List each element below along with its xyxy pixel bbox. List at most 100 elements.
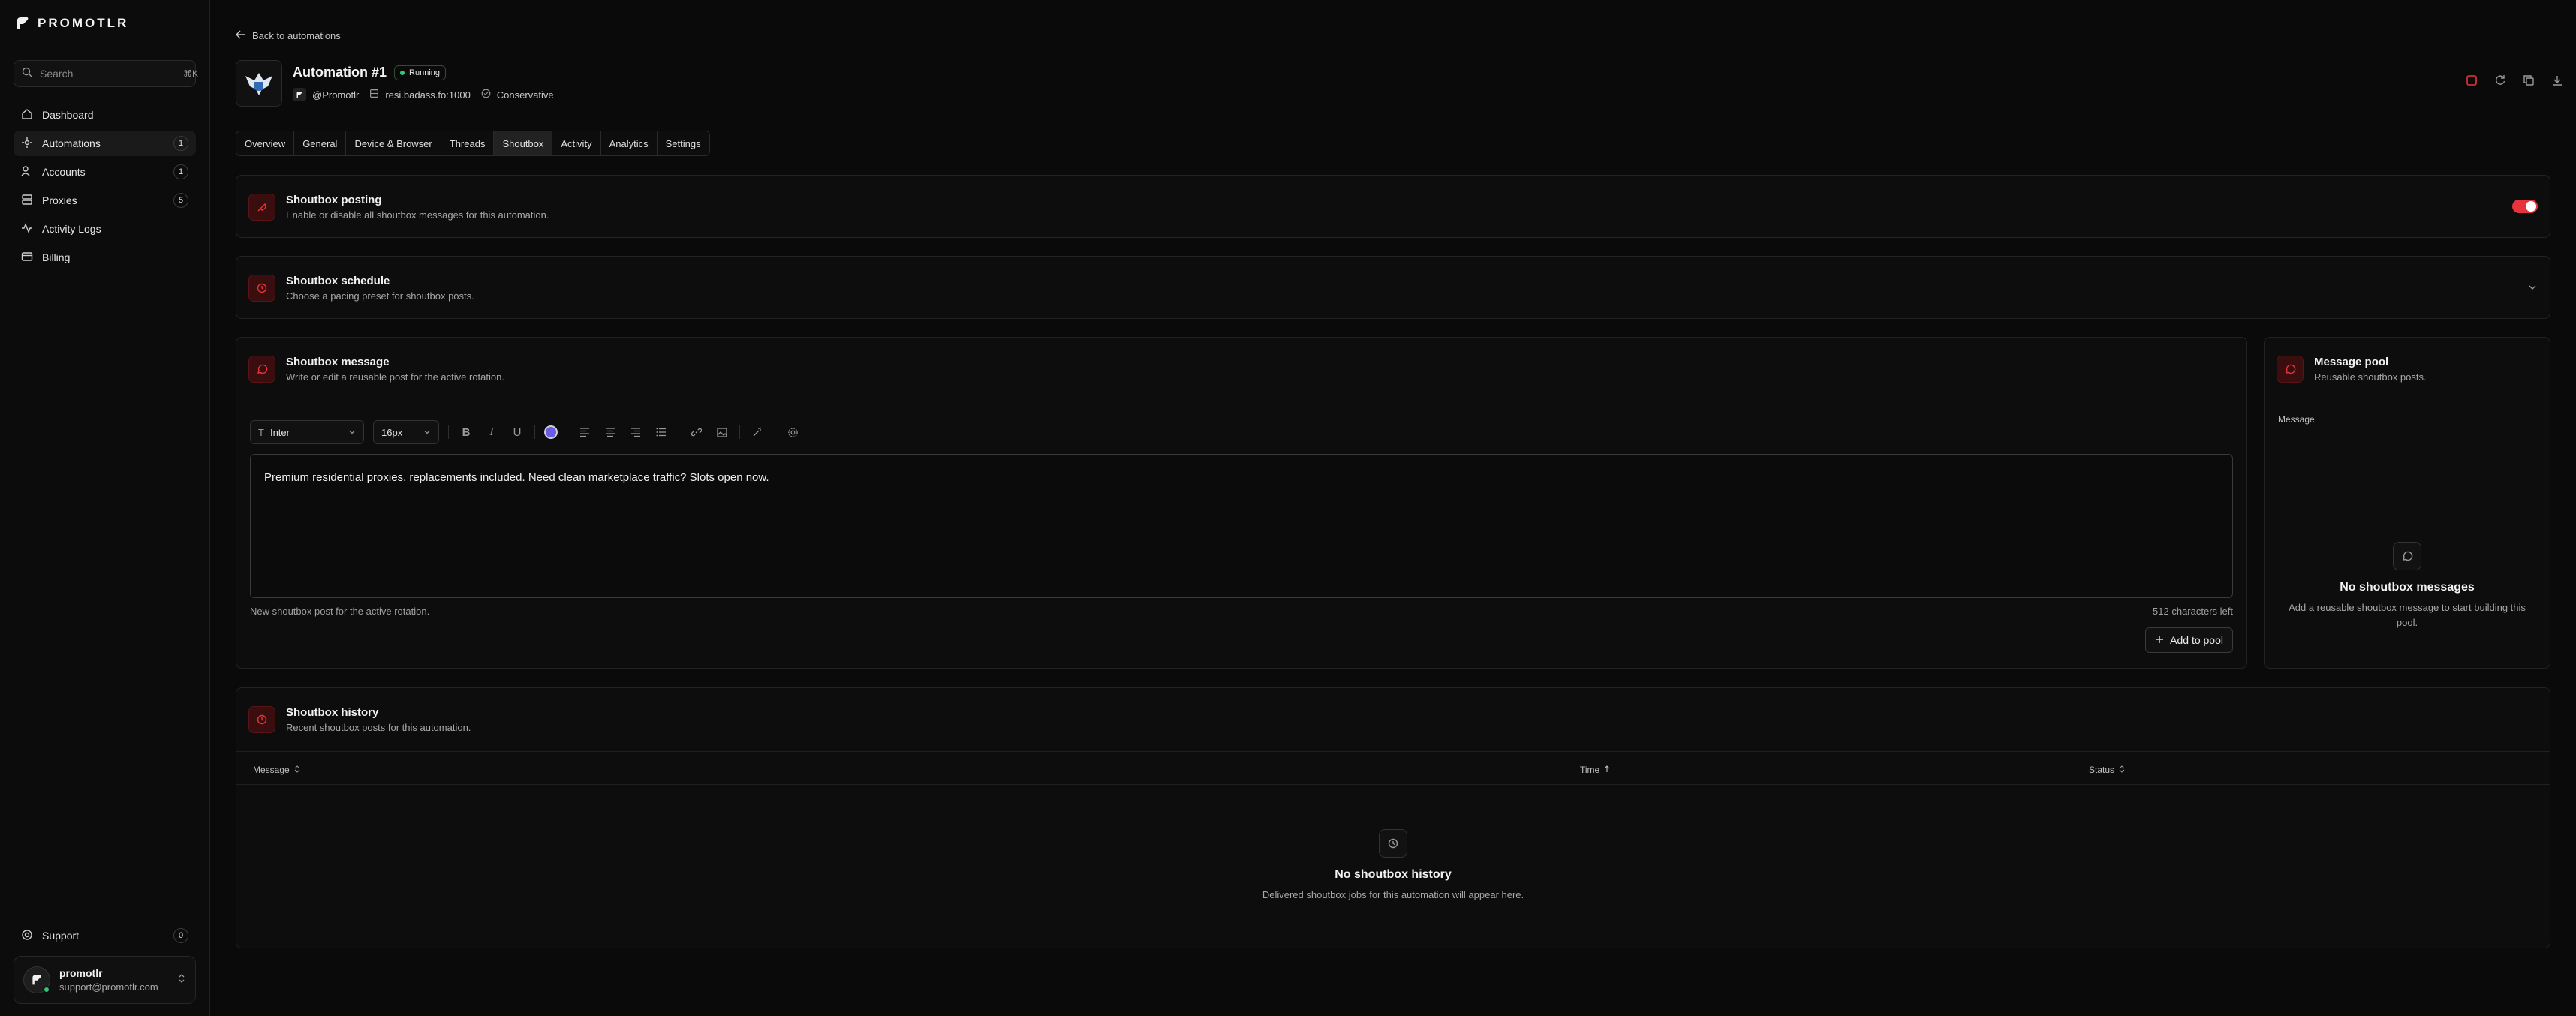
empty-title: No shoutbox messages bbox=[2340, 581, 2475, 594]
sidebar-item-support[interactable]: Support 0 bbox=[14, 923, 196, 948]
toolbar-separator bbox=[448, 425, 449, 439]
column-label: Status bbox=[2089, 765, 2115, 775]
tab-bar: Overview General Device & Browser Thread… bbox=[236, 131, 710, 156]
card-title: Shoutbox schedule bbox=[286, 275, 390, 287]
settings-icon[interactable] bbox=[784, 424, 801, 440]
tab-settings[interactable]: Settings bbox=[657, 131, 709, 155]
empty-subtitle: Delivered shoutbox jobs for this automat… bbox=[1262, 889, 1524, 900]
divider bbox=[236, 784, 2550, 785]
back-link[interactable]: Back to automations bbox=[236, 30, 341, 41]
user-name: promotlr bbox=[59, 967, 103, 979]
empty-title: No shoutbox history bbox=[1335, 868, 1452, 881]
brand[interactable]: PROMOTLR bbox=[15, 14, 196, 33]
shoutbox-schedule-card[interactable]: Shoutbox schedule Choose a pacing preset… bbox=[236, 256, 2550, 319]
toggle-knob bbox=[2526, 201, 2536, 212]
align-left-icon[interactable] bbox=[576, 424, 593, 440]
search-shortcut: ⌘K bbox=[183, 68, 199, 79]
lifebuoy-icon bbox=[21, 929, 33, 943]
sidebar-item-activity-logs[interactable]: Activity Logs bbox=[14, 216, 196, 242]
tab-shoutbox[interactable]: Shoutbox bbox=[494, 131, 553, 155]
sidebar-item-label: Accounts bbox=[42, 166, 86, 178]
sidebar-item-accounts[interactable]: Accounts 1 bbox=[14, 159, 196, 185]
shoutbox-posting-card: Shoutbox posting Enable or disable all s… bbox=[236, 175, 2550, 238]
align-center-icon[interactable] bbox=[602, 424, 618, 440]
automation-actions bbox=[2463, 72, 2565, 89]
sidebar-item-label: Automations bbox=[42, 137, 101, 149]
tab-general[interactable]: General bbox=[294, 131, 347, 155]
shoutbox-posting-toggle[interactable] bbox=[2512, 200, 2538, 213]
copy-icon[interactable] bbox=[2520, 72, 2537, 89]
automation-header: Automation #1 Running @Promotlr resi.bad… bbox=[236, 60, 554, 107]
image-icon[interactable] bbox=[714, 424, 730, 440]
history-empty-state: No shoutbox history Delivered shoutbox j… bbox=[236, 829, 2550, 903]
sidebar-item-dashboard[interactable]: Dashboard bbox=[14, 102, 196, 128]
column-header-status[interactable]: Status bbox=[2089, 765, 2125, 775]
font-size-select[interactable]: 16px bbox=[373, 420, 439, 444]
clock-refresh-icon bbox=[248, 275, 275, 302]
search-box[interactable]: ⌘K bbox=[14, 60, 199, 87]
count-badge: 1 bbox=[173, 136, 188, 151]
clock-icon bbox=[1379, 829, 1407, 858]
add-to-pool-label: Add to pool bbox=[2170, 634, 2223, 646]
status-dot bbox=[400, 70, 405, 75]
tab-activity[interactable]: Activity bbox=[552, 131, 601, 155]
italic-icon[interactable]: I bbox=[483, 424, 500, 440]
sidebar-item-proxies[interactable]: Proxies 5 bbox=[14, 188, 196, 213]
pool-column-message: Message bbox=[2278, 414, 2315, 425]
tab-overview[interactable]: Overview bbox=[236, 131, 295, 155]
tab-device-browser[interactable]: Device & Browser bbox=[346, 131, 441, 155]
column-header-time[interactable]: Time bbox=[1580, 765, 1610, 775]
message-circle-icon bbox=[2393, 542, 2421, 570]
column-header-message[interactable]: Message bbox=[253, 765, 300, 775]
chevron-down-icon bbox=[423, 427, 431, 438]
shoutbox-history-card: Shoutbox history Recent shoutbox posts f… bbox=[236, 687, 2550, 948]
avatar bbox=[23, 966, 50, 993]
back-link-label: Back to automations bbox=[252, 30, 341, 41]
text-color-swatch[interactable] bbox=[544, 425, 558, 439]
activity-icon bbox=[21, 222, 33, 236]
card-title: Message pool bbox=[2314, 356, 2389, 368]
add-to-pool-button[interactable]: Add to pool bbox=[2145, 627, 2233, 653]
message-circle-icon bbox=[248, 356, 275, 383]
message-pool-card: Message pool Reusable shoutbox posts. Me… bbox=[2264, 337, 2550, 669]
card-title: Shoutbox message bbox=[286, 356, 390, 368]
list-icon[interactable] bbox=[653, 424, 670, 440]
credit-card-icon bbox=[21, 251, 33, 265]
underline-icon[interactable]: U bbox=[509, 424, 525, 440]
font-family-select[interactable]: T Inter bbox=[250, 420, 364, 444]
sidebar-item-label: Billing bbox=[42, 251, 71, 263]
megaphone-icon bbox=[248, 194, 275, 221]
search-input[interactable] bbox=[40, 68, 176, 80]
user-menu[interactable]: promotlr support@promotlr.com bbox=[14, 956, 196, 1004]
download-icon[interactable] bbox=[2549, 72, 2565, 89]
align-right-icon[interactable] bbox=[627, 424, 644, 440]
count-badge: 1 bbox=[173, 164, 188, 179]
mode-chip: Conservative bbox=[481, 89, 554, 101]
tab-threads[interactable]: Threads bbox=[441, 131, 495, 155]
tab-analytics[interactable]: Analytics bbox=[600, 131, 658, 155]
refresh-icon[interactable] bbox=[2492, 72, 2508, 89]
status-badge: Running bbox=[394, 65, 446, 80]
user-email: support@promotlr.com bbox=[59, 981, 158, 993]
bold-icon[interactable]: B bbox=[458, 424, 474, 440]
pool-empty-state: No shoutbox messages Add a reusable shou… bbox=[2265, 542, 2550, 630]
server-icon bbox=[21, 194, 33, 208]
editor-toolbar: T Inter 16px B I U bbox=[250, 420, 801, 444]
link-icon[interactable] bbox=[688, 424, 705, 440]
chevron-up-down-icon bbox=[177, 973, 186, 987]
sidebar-item-automations[interactable]: Automations 1 bbox=[14, 131, 196, 156]
stop-icon[interactable] bbox=[2463, 72, 2480, 89]
search-icon bbox=[22, 67, 32, 81]
account-handle: @Promotlr bbox=[312, 89, 360, 101]
users-icon bbox=[21, 165, 33, 179]
card-title: Shoutbox posting bbox=[286, 194, 382, 206]
column-label: Time bbox=[1580, 765, 1600, 775]
chevron-down-icon[interactable] bbox=[2527, 282, 2538, 296]
message-editor[interactable]: Premium residential proxies, replacement… bbox=[250, 454, 2233, 598]
count-badge: 5 bbox=[173, 193, 188, 208]
magic-wand-icon[interactable] bbox=[749, 424, 766, 440]
card-subtitle: Reusable shoutbox posts. bbox=[2314, 371, 2427, 383]
sidebar-item-billing[interactable]: Billing bbox=[14, 245, 196, 270]
chevron-down-icon bbox=[348, 427, 356, 438]
column-label: Message bbox=[253, 765, 290, 775]
